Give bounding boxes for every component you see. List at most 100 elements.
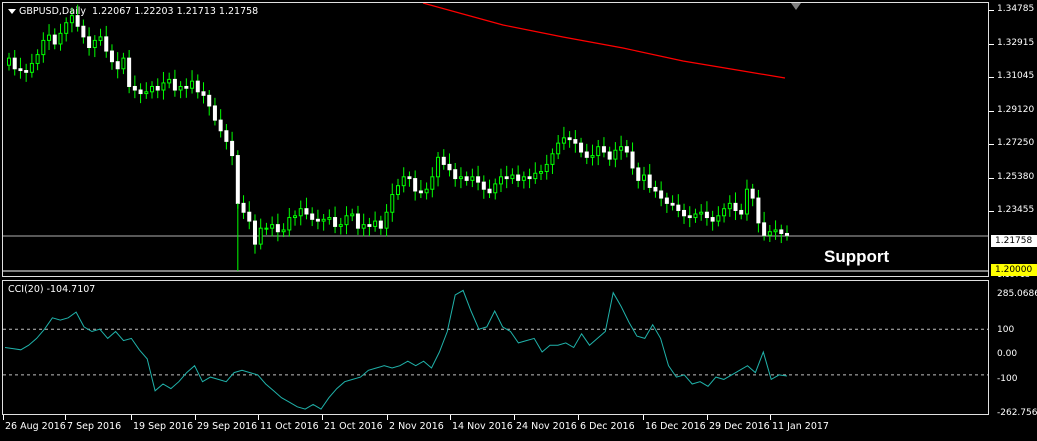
candle[interactable] — [624, 139, 629, 158]
candle[interactable] — [12, 49, 17, 76]
candle[interactable] — [293, 210, 298, 226]
candle[interactable] — [264, 222, 269, 235]
candle[interactable] — [281, 223, 286, 238]
candle[interactable] — [258, 218, 263, 250]
price-chart-canvas[interactable] — [3, 3, 988, 276]
candle[interactable] — [361, 213, 366, 237]
candle[interactable] — [201, 82, 206, 104]
candle[interactable] — [596, 139, 601, 166]
candle[interactable] — [87, 27, 92, 56]
candle[interactable] — [178, 81, 183, 99]
candle[interactable] — [590, 144, 595, 166]
candle[interactable] — [424, 182, 429, 200]
candle[interactable] — [664, 192, 669, 213]
cci-chart-canvas[interactable] — [3, 281, 988, 414]
candle[interactable] — [127, 49, 132, 94]
candle[interactable] — [235, 150, 240, 209]
candle[interactable] — [172, 69, 177, 97]
candle[interactable] — [544, 154, 549, 180]
candle[interactable] — [81, 19, 86, 44]
candle[interactable] — [481, 175, 486, 199]
candle[interactable] — [298, 200, 303, 226]
candle[interactable] — [144, 82, 149, 99]
candle[interactable] — [333, 206, 338, 234]
candle[interactable] — [310, 207, 315, 227]
candle[interactable] — [756, 189, 761, 233]
candle[interactable] — [47, 24, 52, 50]
candle[interactable] — [195, 74, 200, 99]
candle[interactable] — [155, 78, 160, 99]
candle[interactable] — [739, 203, 744, 220]
candle[interactable] — [516, 165, 521, 188]
candle[interactable] — [733, 192, 738, 221]
candle[interactable] — [722, 203, 727, 223]
candle[interactable] — [710, 210, 715, 231]
candle[interactable] — [533, 162, 538, 184]
candle[interactable] — [779, 224, 784, 244]
candle[interactable] — [373, 211, 378, 232]
candle[interactable] — [527, 168, 532, 189]
candle[interactable] — [161, 71, 166, 100]
candle[interactable] — [190, 70, 195, 94]
candle[interactable] — [350, 208, 355, 222]
candle[interactable] — [676, 194, 681, 218]
candle[interactable] — [447, 153, 452, 177]
candle[interactable] — [98, 28, 103, 46]
candle[interactable] — [470, 168, 475, 188]
candle[interactable] — [556, 135, 561, 160]
support-annotation[interactable]: Support — [824, 247, 889, 267]
candle[interactable] — [167, 72, 172, 89]
candle[interactable] — [458, 167, 463, 189]
candle[interactable] — [636, 162, 641, 189]
candle[interactable] — [464, 171, 469, 186]
candle[interactable] — [630, 142, 635, 175]
candle[interactable] — [441, 149, 446, 170]
candle[interactable] — [270, 216, 275, 237]
candle[interactable] — [315, 209, 320, 230]
candle[interactable] — [355, 205, 360, 235]
candle[interactable] — [132, 75, 137, 99]
candle[interactable] — [601, 137, 606, 158]
candle[interactable] — [287, 207, 292, 237]
candle[interactable] — [653, 180, 658, 198]
candle[interactable] — [785, 225, 789, 241]
candle[interactable] — [750, 183, 755, 207]
candle[interactable] — [367, 217, 372, 236]
candle[interactable] — [407, 171, 412, 187]
candle[interactable] — [41, 32, 46, 63]
candle[interactable] — [18, 57, 23, 79]
candle[interactable] — [647, 164, 652, 193]
candle[interactable] — [767, 224, 772, 242]
candle[interactable] — [498, 168, 503, 193]
candle[interactable] — [670, 195, 675, 211]
candle[interactable] — [682, 203, 687, 224]
cci-indicator-panel[interactable] — [2, 280, 989, 415]
candle[interactable] — [487, 179, 492, 199]
cci-line[interactable] — [4, 289, 788, 410]
candle[interactable] — [29, 53, 34, 78]
candle[interactable] — [561, 126, 566, 150]
candle[interactable] — [184, 78, 189, 98]
candle[interactable] — [92, 35, 97, 58]
candle[interactable] — [35, 49, 40, 71]
shift-marker-icon[interactable] — [791, 3, 801, 10]
candle[interactable] — [773, 220, 778, 240]
candle[interactable] — [504, 165, 509, 189]
candle[interactable] — [304, 197, 309, 220]
candle[interactable] — [252, 214, 257, 254]
candle[interactable] — [24, 63, 29, 82]
candle[interactable] — [327, 209, 332, 225]
candle[interactable] — [58, 23, 63, 51]
candle[interactable] — [275, 213, 280, 242]
candle[interactable] — [493, 178, 498, 200]
candle[interactable] — [241, 195, 246, 219]
candle[interactable] — [476, 165, 481, 191]
candle[interactable] — [693, 208, 698, 223]
candle[interactable] — [550, 148, 555, 174]
triangle-down-icon[interactable] — [8, 9, 16, 14]
candle[interactable] — [521, 171, 526, 189]
candle[interactable] — [247, 201, 252, 230]
candle[interactable] — [453, 162, 458, 187]
candle[interactable] — [138, 83, 143, 104]
candle[interactable] — [641, 166, 646, 190]
